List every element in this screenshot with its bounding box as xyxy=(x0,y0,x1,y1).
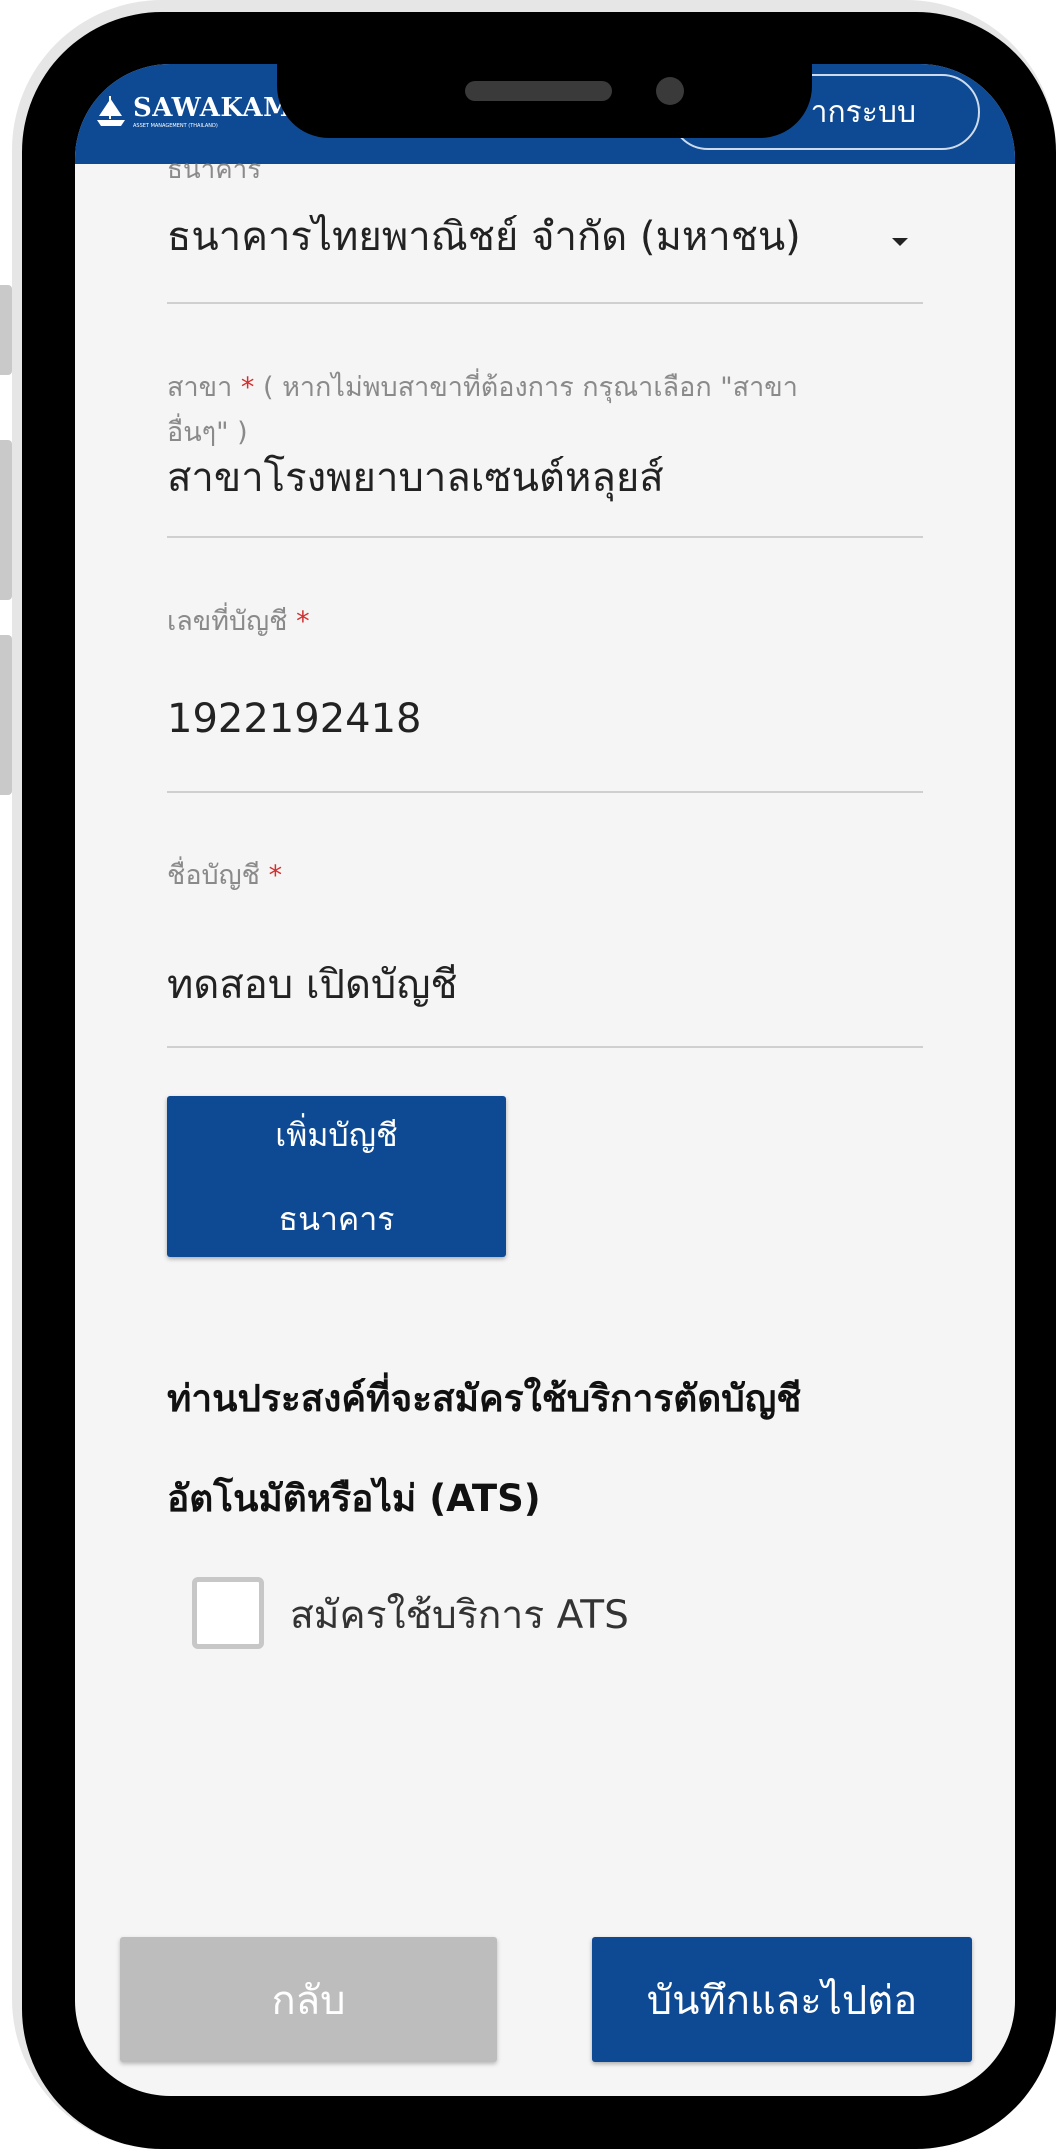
bank-underline xyxy=(167,302,923,304)
account-number-underline xyxy=(167,791,923,793)
caret-down-icon[interactable] xyxy=(892,238,908,246)
phone-notch xyxy=(277,22,812,138)
ats-question: ท่านประสงค์ที่จะสมัครใช้บริการตัดบัญชี อ… xyxy=(167,1377,802,1520)
branch-input[interactable]: สาขาโรงพยาบาลเซนต์หลุยส์ xyxy=(167,445,664,509)
save-button-label: บันทึกและไปต่อ xyxy=(646,1977,918,2024)
add-bank-label-line2: ธนาคาร xyxy=(278,1199,395,1238)
add-bank-account-button[interactable]: เพิ่มบัญชี ธนาคาร xyxy=(167,1096,506,1257)
bank-label: ธนาคาร xyxy=(167,155,262,185)
account-number-input[interactable]: 1922192418 xyxy=(167,696,422,742)
phone-side-button xyxy=(0,635,12,795)
speaker-icon xyxy=(465,81,612,101)
branch-label: สาขา * ( หากไม่พบสาขาที่ต้องการ กรุณาเลื… xyxy=(167,372,798,403)
ats-checkbox-label[interactable]: สมัครใช้บริการ ATS xyxy=(290,1584,629,1646)
account-name-underline xyxy=(167,1046,923,1048)
phone-side-button xyxy=(0,440,12,600)
account-number-label: เลขที่บัญชี * xyxy=(167,606,310,637)
add-bank-label-line1: เพิ่มบัญชี xyxy=(275,1115,398,1154)
ship-icon xyxy=(97,96,125,126)
app-screen: SAWAKAMI ASSET MANAGEMENT (THAILAND) ากร… xyxy=(75,64,1015,2096)
bank-select[interactable]: ธนาคารไทยพาณิชย์ จำกัด (มหาชน) xyxy=(167,204,801,268)
phone-side-button xyxy=(0,285,12,375)
logout-button-label: ากระบบ xyxy=(810,94,916,130)
ats-checkbox[interactable] xyxy=(192,1577,264,1649)
account-name-label: ชื่อบัญชี * xyxy=(167,860,283,891)
camera-icon xyxy=(656,77,684,105)
logo-subtitle: ASSET MANAGEMENT (THAILAND) xyxy=(133,123,218,129)
sawakami-logo: SAWAKAMI ASSET MANAGEMENT (THAILAND) xyxy=(93,94,305,130)
branch-underline xyxy=(167,536,923,538)
save-and-continue-button[interactable]: บันทึกและไปต่อ xyxy=(592,1937,972,2062)
account-name-input[interactable]: ทดสอบ เปิดบัญชี xyxy=(167,952,458,1016)
back-button[interactable]: กลับ xyxy=(120,1937,497,2062)
back-button-label: กลับ xyxy=(271,1977,346,2024)
